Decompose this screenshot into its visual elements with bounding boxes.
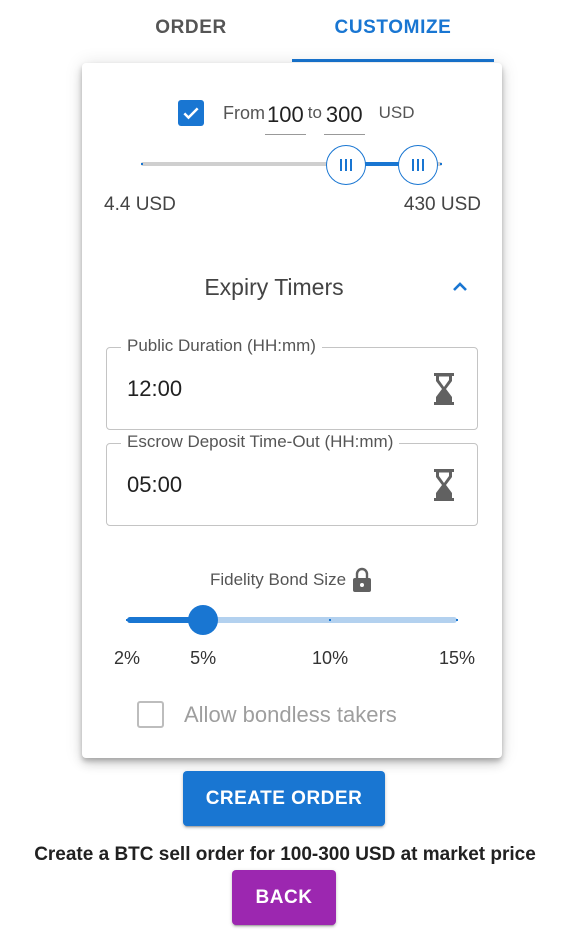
escrow-timeout-value[interactable]: 05:00 (127, 472, 182, 498)
currency-label: USD (378, 103, 415, 122)
amount-slider-min-thumb[interactable] (326, 145, 367, 185)
bond-mark-label: 5% (190, 648, 217, 668)
lock-icon[interactable] (350, 567, 374, 593)
bondless-checkbox[interactable] (137, 701, 164, 728)
slider-end-mark (440, 163, 442, 165)
public-duration-label: Public Duration (HH:mm) (121, 336, 322, 356)
min-amount-input[interactable]: 100 (265, 102, 306, 135)
bond-slider-mark (126, 619, 128, 621)
chevron-up-icon[interactable] (448, 275, 472, 299)
slider-start-mark (141, 163, 143, 165)
bondless-label: Allow bondless takers (184, 701, 397, 727)
tab-bar: ORDER CUSTOMIZE (90, 0, 494, 63)
amount-range-row: From 100 to 300 USD (178, 93, 415, 135)
bond-mark-label: 10% (312, 648, 349, 668)
public-duration-field[interactable]: Public Duration (HH:mm) 12:00 (106, 336, 478, 430)
bond-mark-label: 2% (113, 648, 141, 668)
back-button[interactable]: BACK (232, 870, 336, 925)
fidelity-bond-row: Fidelity Bond Size (82, 567, 502, 593)
hourglass-icon[interactable] (433, 469, 455, 501)
hourglass-icon[interactable] (433, 373, 455, 405)
check-icon (183, 107, 199, 120)
bond-mark-label: 15% (438, 648, 476, 668)
escrow-timeout-label: Escrow Deposit Time-Out (HH:mm) (121, 432, 400, 452)
public-duration-value[interactable]: 12:00 (127, 376, 182, 402)
bond-slider-mark (456, 619, 458, 621)
amount-slider-max-thumb[interactable] (398, 145, 439, 185)
to-label: to (307, 103, 322, 122)
expiry-timers-title: Expiry Timers (204, 274, 344, 300)
tab-customize[interactable]: CUSTOMIZE (292, 0, 494, 63)
fidelity-bond-label: Fidelity Bond Size (209, 570, 347, 589)
max-amount-input[interactable]: 300 (323, 102, 365, 135)
create-order-button[interactable]: CREATE ORDER (183, 771, 385, 826)
allow-bondless-row[interactable]: Allow bondless takers (137, 701, 397, 728)
order-summary-text: Create a BTC sell order for 100-300 USD … (34, 844, 536, 865)
escrow-timeout-field[interactable]: Escrow Deposit Time-Out (HH:mm) 05:00 (106, 432, 478, 526)
bond-slider-mark (329, 619, 332, 621)
from-label: From (223, 102, 265, 123)
customize-card: From 100 to 300 USD 4.4 USD 430 USD Expi… (82, 63, 502, 758)
bond-slider-thumb[interactable] (188, 605, 219, 635)
tab-indicator (292, 59, 494, 62)
tab-order[interactable]: ORDER (90, 0, 292, 63)
range-checkbox[interactable] (178, 100, 204, 126)
slider-min-label: 4.4 USD (104, 194, 176, 215)
slider-max-label: 430 USD (403, 194, 481, 215)
expiry-timers-header[interactable]: Expiry Timers (82, 271, 502, 307)
